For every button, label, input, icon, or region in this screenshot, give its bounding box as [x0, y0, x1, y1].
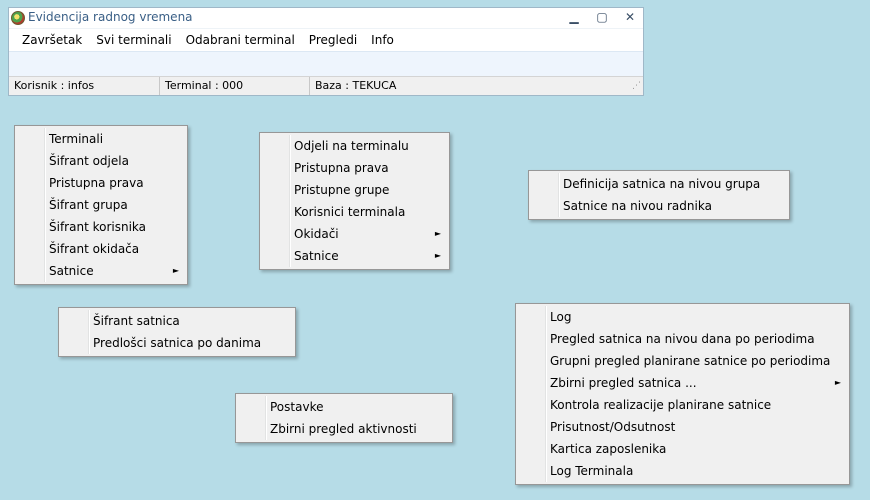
menu-item-grupni-pregled[interactable]: Grupni pregled planirane satnice po peri… — [516, 350, 849, 372]
menu-item-terminali[interactable]: Terminali — [15, 128, 187, 150]
menu-svi-terminali-popup: Terminali Šifrant odjela Pristupna prava… — [14, 125, 188, 285]
menu-item-okidaci[interactable]: Okidači ► — [260, 223, 449, 245]
menu-pregledi-popup: Log Pregled satnica na nivou dana po per… — [515, 303, 850, 485]
minimize-button[interactable]: ▁ — [565, 10, 583, 24]
menu-item-pristupne-grupe[interactable]: Pristupne grupe — [260, 179, 449, 201]
menu-item-satnice[interactable]: Satnice ► — [260, 245, 449, 267]
menu-item-log-terminala[interactable]: Log Terminala — [516, 460, 849, 482]
menu-item-sifrant-satnica[interactable]: Šifrant satnica — [59, 310, 295, 332]
main-window: Evidencija radnog vremena ▁ ▢ ✕ Završeta… — [8, 7, 644, 96]
submenu-arrow-icon: ► — [172, 266, 179, 275]
menu-item-zbirni-pregled-satnica[interactable]: Zbirni pregled satnica ... ► — [516, 372, 849, 394]
menu-item-sifrant-odjela[interactable]: Šifrant odjela — [15, 150, 187, 172]
client-area — [9, 51, 643, 78]
menu-item-pristupna-prava[interactable]: Pristupna prava — [15, 172, 187, 194]
menu-item-odjeli-na-terminalu[interactable]: Odjeli na terminalu — [260, 135, 449, 157]
menu-item-zbirni-pregled-aktivnosti[interactable]: Zbirni pregled aktivnosti — [236, 418, 452, 440]
status-base: Baza : TEKUCA — [315, 79, 397, 92]
menu-item-sifrant-okidaca[interactable]: Šifrant okidača — [15, 238, 187, 260]
menu-item-satnice[interactable]: Satnice ► — [15, 260, 187, 282]
status-terminal: Terminal : 000 — [160, 77, 310, 95]
menu-pregledi[interactable]: Pregledi — [302, 30, 364, 50]
menu-item-kartica-zaposlenika[interactable]: Kartica zaposlenika — [516, 438, 849, 460]
menu-info-popup: Postavke Zbirni pregled aktivnosti — [235, 393, 453, 443]
menu-item-postavke[interactable]: Postavke — [236, 396, 452, 418]
menu-item-kontrola-realizacije[interactable]: Kontrola realizacije planirane satnice — [516, 394, 849, 416]
submenu-arrow-icon: ► — [434, 251, 441, 260]
maximize-button[interactable]: ▢ — [593, 10, 611, 24]
status-user: Korisnik : infos — [9, 77, 160, 95]
resize-grip-icon[interactable]: ⋰ — [627, 77, 643, 95]
menu-bar: Završetak Svi terminali Odabrani termina… — [9, 28, 643, 51]
menu-info[interactable]: Info — [364, 30, 401, 50]
menu-odabrani-terminal-popup: Odjeli na terminalu Pristupna prava Pris… — [259, 132, 450, 270]
menu-svi-satnice-submenu: Šifrant satnica Predlošci satnica po dan… — [58, 307, 296, 357]
submenu-arrow-icon: ► — [434, 229, 441, 238]
menu-item-sifrant-grupa[interactable]: Šifrant grupa — [15, 194, 187, 216]
menu-item-pregled-satnica-dana[interactable]: Pregled satnica na nivou dana po periodi… — [516, 328, 849, 350]
window-title: Evidencija radnog vremena — [28, 10, 193, 24]
menu-zavrsetak[interactable]: Završetak — [15, 30, 89, 50]
menu-item-prisutnost-odsutnost[interactable]: Prisutnost/Odsutnost — [516, 416, 849, 438]
menu-item-pristupna-prava[interactable]: Pristupna prava — [260, 157, 449, 179]
menu-svi-terminali[interactable]: Svi terminali — [89, 30, 178, 50]
status-bar: Korisnik : infos Terminal : 000 Baza : T… — [9, 76, 643, 95]
menu-item-korisnici-terminala[interactable]: Korisnici terminala — [260, 201, 449, 223]
title-bar[interactable]: Evidencija radnog vremena ▁ ▢ ✕ — [9, 8, 643, 28]
menu-item-log[interactable]: Log — [516, 306, 849, 328]
submenu-arrow-icon: ► — [834, 378, 841, 387]
menu-item-sifrant-korisnika[interactable]: Šifrant korisnika — [15, 216, 187, 238]
menu-item-satnice-radnika[interactable]: Satnice na nivou radnika — [529, 195, 789, 217]
app-icon[interactable] — [11, 11, 25, 25]
menu-item-definicija-satnica-grupa[interactable]: Definicija satnica na nivou grupa — [529, 173, 789, 195]
close-button[interactable]: ✕ — [621, 10, 639, 24]
menu-odabrani-terminal[interactable]: Odabrani terminal — [179, 30, 302, 50]
menu-satnice-submenu: Definicija satnica na nivou grupa Satnic… — [528, 170, 790, 220]
menu-item-predlosci-satnica[interactable]: Predlošci satnica po danima — [59, 332, 295, 354]
